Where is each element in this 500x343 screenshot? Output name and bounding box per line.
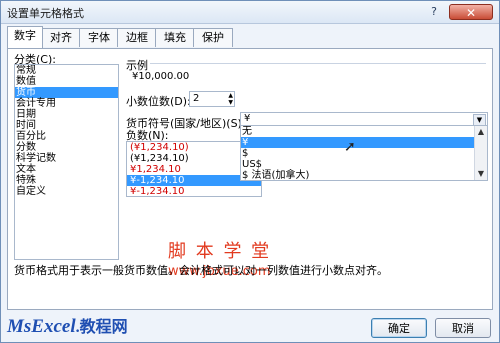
category-item-selected[interactable]: 货币 <box>15 87 118 98</box>
currency-symbol-value: ¥ <box>244 113 251 124</box>
tab-number[interactable]: 数字 <box>7 26 43 48</box>
currency-option[interactable]: 无 <box>241 126 487 137</box>
tab-protection[interactable]: 保护 <box>193 28 233 47</box>
tab-alignment[interactable]: 对齐 <box>41 28 81 47</box>
format-cells-dialog: 设置单元格格式 ? ✕ 数字 对齐 字体 边框 填充 保护 分类(C): 常规 … <box>0 0 500 343</box>
category-item[interactable]: 数值 <box>15 76 118 87</box>
cancel-button[interactable]: 取消 <box>435 318 491 338</box>
ok-button[interactable]: 确定 <box>371 318 427 338</box>
category-item[interactable]: 文本 <box>15 164 118 175</box>
title-bar: 设置单元格格式 ? ✕ <box>1 1 499 24</box>
currency-option-highlighted[interactable]: ¥ <box>241 137 487 148</box>
decimal-places-value: 2 <box>193 93 200 104</box>
tab-border[interactable]: 边框 <box>117 28 157 47</box>
logo-text: MsExcel <box>7 316 76 337</box>
scroll-down-icon[interactable]: ▼ <box>475 168 487 180</box>
category-item[interactable]: 科学记数 <box>15 153 118 164</box>
negative-format-item[interactable]: ¥-1,234.10 <box>127 186 261 196</box>
watermark-title: 脚 本 学 堂 <box>168 241 272 262</box>
number-tab-panel: 分类(C): 常规 数值 货币 会计专用 日期 时间 百分比 分数 科学记数 文… <box>7 48 493 310</box>
category-item[interactable]: 时间 <box>15 120 118 131</box>
currency-dropdown-list[interactable]: 无 ¥ $ US$ $ 法语(加拿大) ▲ ▼ <box>240 125 488 181</box>
category-item[interactable]: 常规 <box>15 65 118 76</box>
category-item[interactable]: 特殊 <box>15 175 118 186</box>
dropdown-scrollbar[interactable]: ▲ ▼ <box>474 126 487 180</box>
tab-font[interactable]: 字体 <box>79 28 119 47</box>
logo-suffix: .教程网 <box>75 319 128 336</box>
window-title: 设置单元格格式 <box>7 7 84 20</box>
sample-value: ¥10,000.00 <box>132 71 190 82</box>
category-item[interactable]: 会计专用 <box>15 98 118 109</box>
spinner-arrows-icon[interactable]: ▲ ▼ <box>228 92 233 106</box>
category-item[interactable]: 分数 <box>15 142 118 153</box>
scroll-up-icon[interactable]: ▲ <box>475 126 487 138</box>
currency-option[interactable]: $ 法语(加拿大) <box>241 170 487 180</box>
mouse-cursor-icon: ➚ <box>344 139 356 155</box>
category-list[interactable]: 常规 数值 货币 会计专用 日期 时间 百分比 分数 科学记数 文本 特殊 自定… <box>14 64 119 260</box>
decimal-places-label: 小数位数(D): <box>126 95 191 108</box>
currency-option[interactable]: $ <box>241 148 487 159</box>
category-item[interactable]: 日期 <box>15 109 118 120</box>
tab-fill[interactable]: 填充 <box>155 28 195 47</box>
site-logo: MsExcel.教程网 <box>7 313 128 338</box>
category-item[interactable]: 百分比 <box>15 131 118 142</box>
decimal-places-spinner[interactable]: 2 ▲ ▼ <box>189 91 235 107</box>
sample-divider <box>150 63 486 64</box>
close-button[interactable]: ✕ <box>449 4 493 20</box>
format-description: 货币格式用于表示一般货币数值。会计格式可以对一列数值进行小数点对齐。 <box>14 264 388 277</box>
help-icon[interactable]: ? <box>427 5 441 19</box>
category-item[interactable]: 自定义 <box>15 186 118 197</box>
currency-option[interactable]: US$ <box>241 159 487 170</box>
